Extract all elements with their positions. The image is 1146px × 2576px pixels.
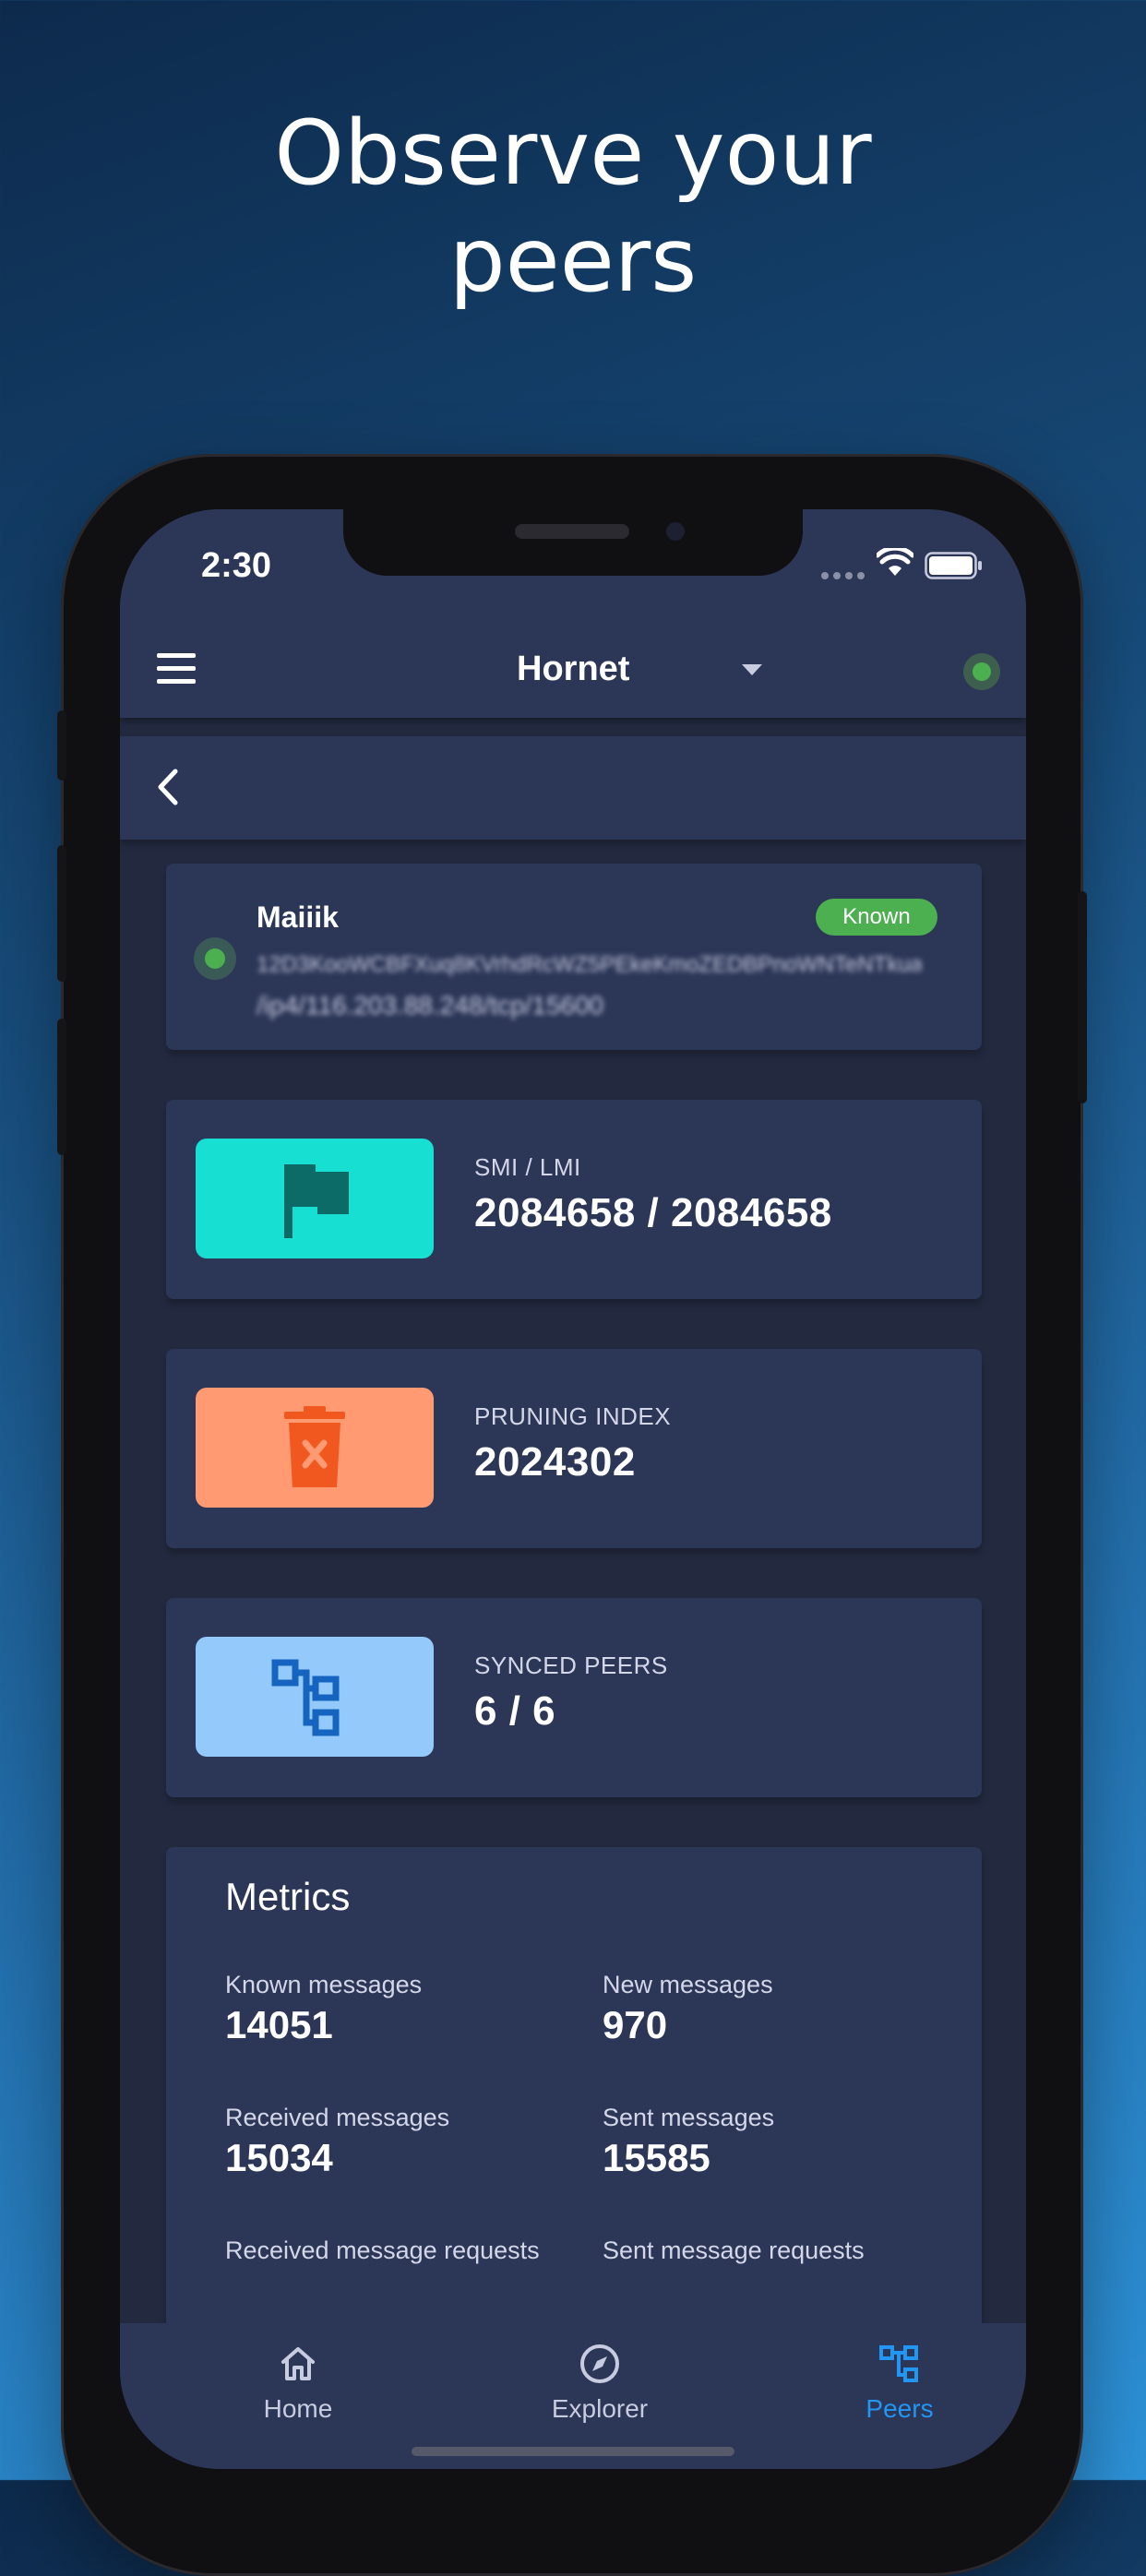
nav-home[interactable]: Home [206,2342,390,2424]
hamburger-menu-icon[interactable] [157,653,196,685]
metric-label: Known messages [225,1971,423,1998]
pruning-index-card: PRUNING INDEX 2024302 [166,1349,982,1548]
peer-status-indicator [194,937,236,980]
speaker [515,524,629,539]
pruning-index-value: 2024302 [474,1439,636,1485]
synced-peers-card: SYNCED PEERS 6 / 6 [166,1598,982,1797]
headline-line-2: peers [448,209,698,312]
metrics-title: Metrics [225,1875,351,1918]
metric-new-messages: New messages 970 [603,1971,953,2047]
pruning-index-label: PRUNING INDEX [474,1402,672,1430]
front-camera [666,522,685,541]
power-button [1078,891,1087,1103]
battery-icon [925,552,982,579]
volume-down-button [57,1019,66,1155]
home-icon [281,2347,315,2380]
peer-name: Maiiik [257,900,339,934]
pruning-icon-box [196,1388,434,1508]
volume-up-button [57,845,66,982]
metric-label: New messages [603,1971,773,1998]
dropdown-arrow-icon[interactable] [742,664,762,675]
metric-value: 970 [603,2003,668,2046]
metric-label: Sent messages [603,2104,775,2131]
app-bar: Hornet [120,620,1026,718]
metric-received-messages: Received messages 15034 [225,2104,576,2180]
metric-value: 15034 [225,2136,333,2179]
metric-label: Sent message requests [603,2236,865,2264]
phone-frame: 2:30 Hornet Maiiik Known 12D3KooWCBFXuq8… [57,454,1087,2576]
peers-icon [879,2345,918,2382]
synced-peers-label: SYNCED PEERS [474,1652,668,1679]
peer-id-blurred: 12D3KooWCBFXuq8KVrhdRcWZ5PEkeKmoZEDBPnoW… [257,952,921,977]
content-scroll-area[interactable]: Maiiik Known 12D3KooWCBFXuq8KVrhdRcWZ5PE… [120,840,1026,2323]
nav-explorer[interactable]: Explorer [507,2342,692,2424]
nav-peers-label: Peers [865,2394,934,2423]
home-indicator[interactable] [412,2447,734,2456]
metric-label: Received message requests [225,2236,540,2264]
metric-sent-messages: Sent messages 15585 [603,2104,953,2180]
metric-label: Received messages [225,2104,450,2131]
smi-lmi-label: SMI / LMI [474,1153,581,1181]
notch [343,509,803,576]
nav-explorer-label: Explorer [551,2394,649,2423]
metric-value: 14051 [225,2003,333,2046]
wifi-icon [877,548,913,576]
synced-peers-value: 6 / 6 [474,1688,556,1734]
headline-line-1: Observe your [274,101,872,205]
back-arrow-icon[interactable] [146,764,192,810]
metric-value: 15585 [603,2136,710,2179]
sub-app-bar [120,736,1026,840]
flag-icon [284,1164,349,1238]
status-time: 2:30 [201,546,272,585]
metric-known-messages: Known messages 14051 [225,1971,576,2047]
peer-address-blurred: /ip4/116.203.88.248/tcp/15600 [257,991,604,1020]
smi-lmi-value: 2084658 / 2084658 [474,1190,832,1235]
smi-lmi-card: SMI / LMI 2084658 / 2084658 [166,1100,982,1299]
known-status-badge: Known [816,899,937,936]
nav-peers[interactable]: Peers [807,2342,992,2424]
metric-received-message-requests: Received message requests [225,2236,576,2269]
smi-icon-box [196,1139,434,1258]
peer-card[interactable]: Maiiik Known 12D3KooWCBFXuq8KVrhdRcWZ5PE… [166,864,982,1050]
nav-home-label: Home [263,2394,333,2423]
mute-switch [57,710,66,781]
synced-peers-icon-box [196,1637,434,1757]
cellular-signal-icon [821,572,865,579]
network-selector[interactable]: Hornet [517,642,629,696]
trash-icon [284,1406,345,1487]
phone-screen: 2:30 Hornet Maiiik Known 12D3KooWCBFXuq8… [120,509,1026,2469]
node-health-indicator [963,653,1000,690]
compass-icon [580,2344,619,2383]
network-name: Hornet [517,649,630,688]
peers-network-icon [271,1659,340,1736]
metric-sent-message-requests: Sent message requests [603,2236,953,2269]
metrics-card: Metrics Known messages 14051 New message… [166,1847,982,2323]
